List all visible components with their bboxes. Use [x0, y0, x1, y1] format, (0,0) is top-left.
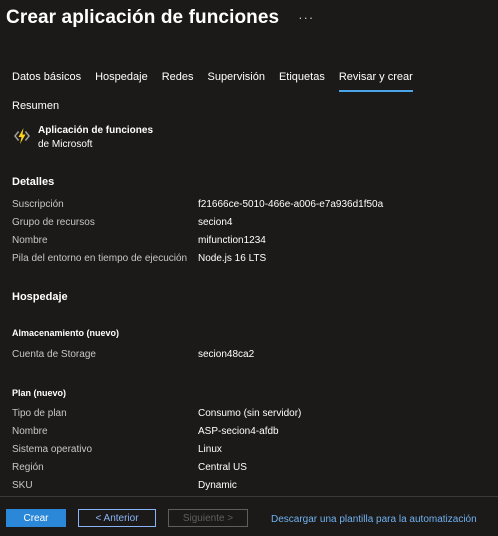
- plan-row-name: Nombre ASP-secion4-afdb: [12, 426, 482, 440]
- row-key: SKU: [12, 480, 33, 491]
- row-key: Cuenta de Storage: [12, 349, 96, 360]
- next-button[interactable]: Siguiente >: [168, 509, 248, 527]
- tab-supervision[interactable]: Supervisión: [207, 71, 264, 92]
- row-value: Node.js 16 LTS: [198, 253, 267, 264]
- wizard-tabs: Datos básicos Hospedaje Redes Supervisió…: [12, 71, 413, 92]
- product-name: Aplicación de funciones: [38, 125, 154, 136]
- row-value: Linux: [198, 444, 222, 455]
- tab-revisar-y-crear[interactable]: Revisar y crear: [338, 71, 413, 92]
- page-title: Crear aplicación de funciones: [6, 7, 280, 28]
- details-row-subscription: Suscripción f21666ce-5010-466e-a006-e7a9…: [12, 199, 482, 213]
- create-button[interactable]: Crear: [6, 509, 66, 527]
- storage-row-account: Cuenta de Storage secion48ca2: [12, 349, 482, 363]
- row-key: Nombre: [12, 426, 48, 437]
- row-key: Sistema operativo: [12, 444, 93, 455]
- download-template-link[interactable]: Descargar una plantilla para la automati…: [271, 514, 477, 525]
- row-value: ASP-secion4-afdb: [198, 426, 279, 437]
- page-header: Crear aplicación de funciones ···: [6, 7, 314, 29]
- row-key: Nombre: [12, 235, 48, 246]
- row-key: Región: [12, 462, 44, 473]
- hosting-heading: Hospedaje: [12, 291, 68, 303]
- plan-heading: Plan (nuevo): [12, 388, 67, 398]
- plan-row-type: Tipo de plan Consumo (sin servidor): [12, 408, 482, 422]
- storage-heading: Almacenamiento (nuevo): [12, 328, 120, 338]
- function-app-bolt-icon: [14, 128, 30, 144]
- tab-hospedaje[interactable]: Hospedaje: [95, 71, 148, 92]
- footer-divider: [0, 496, 498, 497]
- row-key: Pila del entorno en tiempo de ejecución: [12, 253, 188, 264]
- more-options-icon[interactable]: ···: [298, 10, 314, 25]
- row-key: Tipo de plan: [12, 408, 67, 419]
- row-key: Grupo de recursos: [12, 217, 95, 228]
- row-key: Suscripción: [12, 199, 64, 210]
- details-row-name: Nombre mifunction1234: [12, 235, 482, 249]
- plan-row-sku: SKU Dynamic: [12, 480, 482, 494]
- details-heading: Detalles: [12, 176, 55, 188]
- row-value: f21666ce-5010-466e-a006-e7a936d1f50a: [198, 199, 384, 210]
- row-value: mifunction1234: [198, 235, 266, 246]
- tab-etiquetas[interactable]: Etiquetas: [279, 71, 325, 92]
- tab-datos-basicos[interactable]: Datos básicos: [12, 71, 81, 92]
- product-card: Aplicación de funciones de Microsoft: [12, 124, 153, 152]
- details-row-runtime: Pila del entorno en tiempo de ejecución …: [12, 253, 482, 267]
- tab-redes[interactable]: Redes: [162, 71, 194, 92]
- row-value: secion4: [198, 217, 233, 228]
- row-value: Central US: [198, 462, 247, 473]
- row-value: Consumo (sin servidor): [198, 408, 302, 419]
- summary-heading: Resumen: [12, 100, 60, 112]
- row-value: Dynamic: [198, 480, 237, 491]
- plan-row-region: Región Central US: [12, 462, 482, 476]
- plan-row-os: Sistema operativo Linux: [12, 444, 482, 458]
- details-row-resource-group: Grupo de recursos secion4: [12, 217, 482, 231]
- product-publisher: de Microsoft: [38, 139, 93, 150]
- row-value: secion48ca2: [198, 349, 255, 360]
- previous-button[interactable]: < Anterior: [78, 509, 156, 527]
